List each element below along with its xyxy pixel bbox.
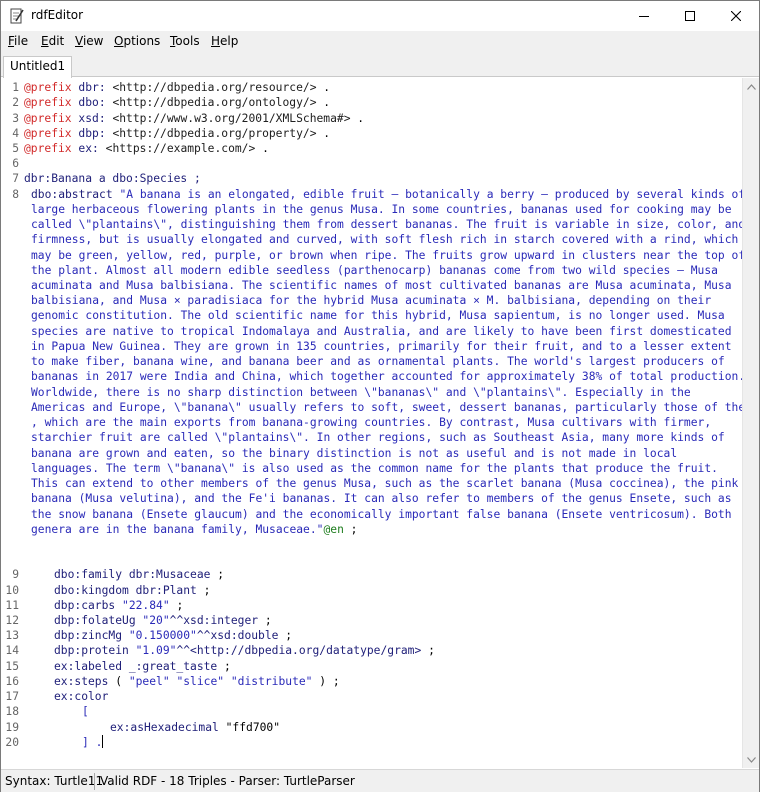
status-divider (94, 773, 95, 790)
code-text-tail[interactable]: dbo:family dbr:Musaceae ; dbo:kingdom db… (24, 78, 742, 749)
status-bar: Syntax: Turtle11 Valid RDF - 18 Triples … (1, 769, 759, 792)
close-icon (731, 11, 741, 21)
line-number: 4 (12, 126, 19, 140)
code-line: dbo:kingdom dbr:Plant ; (54, 583, 211, 597)
code-line: dbp:protein "1.09"^^<http://dbpedia.org/… (54, 644, 435, 658)
chevron-up-icon (747, 83, 756, 90)
code-line: dbp:carbs "22.84" ; (54, 598, 184, 612)
line-number: 20 (5, 735, 19, 749)
line-number: 6 (12, 157, 19, 171)
maximize-button[interactable] (667, 1, 713, 31)
code-line: ] . (82, 734, 104, 749)
close-button[interactable] (713, 1, 759, 31)
menu-file[interactable]: File (8, 34, 28, 48)
notepad-pencil-icon (10, 8, 24, 24)
line-number: 1 (12, 81, 19, 94)
menu-help[interactable]: Help (211, 34, 238, 48)
code-line: [ (82, 705, 89, 719)
line-number: 14 (5, 644, 19, 658)
window-title: rdfEditor (31, 8, 84, 22)
title-bar[interactable]: rdfEditor (1, 1, 759, 31)
vertical-scrollbar[interactable] (742, 78, 759, 768)
code-line: dbo:family dbr:Musaceae ; (54, 568, 225, 582)
text-caret (102, 734, 104, 748)
maximize-icon (685, 11, 695, 21)
line-number-gutter: 1 2 3 4 5 6 7 8 9 10 11 12 13 14 15 16 1… (1, 78, 20, 768)
menu-view[interactable]: View (75, 34, 103, 48)
minimize-icon (639, 16, 649, 17)
scroll-up-button[interactable] (743, 78, 760, 95)
line-number: 10 (5, 583, 19, 597)
line-number: 2 (12, 96, 19, 110)
status-validity: Valid RDF - 18 Triples - Parser: TurtleP… (100, 774, 355, 788)
code-editor[interactable]: 1 2 3 4 5 6 7 8 9 10 11 12 13 14 15 16 1… (1, 78, 742, 768)
status-syntax: Syntax: Turtle11 (5, 774, 104, 788)
code-line: ex:color (54, 690, 109, 704)
app-window: rdfEditor File Edit View Options Tools H… (0, 0, 760, 792)
line-number: 18 (5, 705, 19, 719)
line-number: 19 (5, 720, 19, 734)
code-line: dbp:folateUg "20"^^xsd:integer ; (54, 614, 272, 627)
document-tabs: Untitled1 (1, 53, 759, 78)
line-number: 12 (5, 614, 19, 627)
minimize-button[interactable] (621, 1, 667, 31)
scroll-down-button[interactable] (743, 751, 760, 768)
chevron-down-icon (747, 756, 756, 763)
menu-bar: File Edit View Options Tools Help (1, 31, 759, 53)
menu-edit[interactable]: Edit (41, 34, 64, 48)
line-number: 11 (5, 598, 19, 612)
code-line: ex:labeled _:great_taste ; (54, 659, 231, 673)
line-number: 5 (12, 141, 19, 155)
line-number: 8 (12, 187, 19, 201)
line-number: 7 (12, 172, 19, 186)
code-line: dbp:zincMg "0.150000"^^xsd:double ; (54, 629, 293, 643)
menu-tools[interactable]: Tools (170, 34, 200, 48)
line-number: 17 (5, 690, 19, 704)
line-number: 3 (12, 111, 19, 125)
line-number: 15 (5, 659, 19, 673)
code-line: ex:steps ( "peel" "slice" "distribute" )… (54, 674, 340, 688)
menu-options[interactable]: Options (114, 34, 160, 48)
line-number: 16 (5, 674, 19, 688)
line-number: 13 (5, 629, 19, 643)
tab-untitled1[interactable]: Untitled1 (3, 56, 73, 78)
code-line: ex:asHexadecimal "ffd700" (110, 720, 281, 734)
line-number: 9 (12, 568, 19, 582)
